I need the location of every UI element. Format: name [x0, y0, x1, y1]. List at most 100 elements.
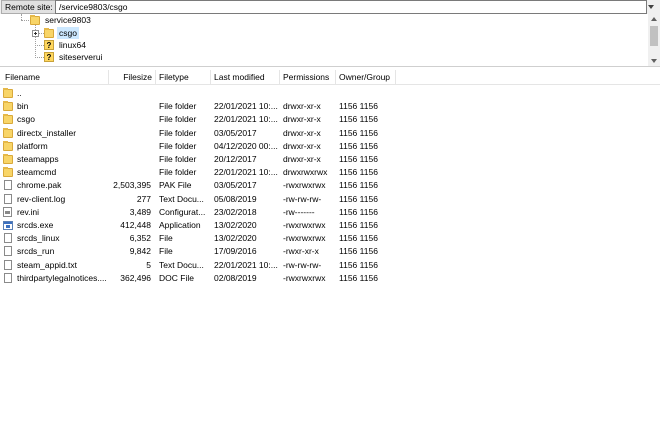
- file-icon: [4, 246, 12, 257]
- file-size: [108, 166, 151, 179]
- file-type: [159, 87, 209, 100]
- file-owner-group: 1156 1156: [339, 206, 378, 217]
- file-row[interactable]: thirdpartylegalnotices.... 362,496 DOC Fil…: [0, 272, 660, 285]
- file-size: 5: [146, 259, 151, 270]
- file-name: platform: [17, 140, 48, 151]
- remote-path-input[interactable]: /service9803/csgo: [55, 0, 647, 14]
- file-owner-group: 1156 1156: [339, 127, 378, 138]
- file-type: File folder: [159, 140, 197, 151]
- column-divider[interactable]: [395, 70, 396, 84]
- file-row[interactable]: steamcmd File folder 22/01/2021 10:... drwx…: [0, 166, 660, 179]
- file-last-modified: 22/01/2021 10:...: [214, 114, 278, 125]
- file-last-modified: 13/02/2020: [214, 233, 257, 244]
- file-type: File: [159, 246, 173, 257]
- column-header-owner-group[interactable]: Owner/Group: [339, 70, 390, 84]
- file-permissions: -rwxrwxrwx: [283, 233, 326, 244]
- folder-icon: [3, 88, 13, 98]
- file-type: Text Docu...: [159, 259, 204, 270]
- file-row[interactable]: rev.ini 3,489 Configurat... 23/02/2018 -rw--…: [0, 206, 660, 219]
- file-last-modified: 02/08/2019: [214, 272, 257, 283]
- file-owner-group: 1156 1156: [339, 233, 378, 244]
- folder-icon: [3, 101, 13, 112]
- file-type: File folder: [159, 154, 197, 164]
- tree-scrollbar[interactable]: [648, 14, 660, 66]
- column-divider[interactable]: [335, 70, 336, 84]
- settings-file-icon: [3, 206, 12, 217]
- file-permissions: drwxr-xr-x: [283, 127, 321, 138]
- file-row[interactable]: srcds_run 9,842 File 17/09/2016 -rwxr-xr-x 11…: [0, 245, 660, 258]
- file-last-modified: 23/02/2018: [214, 206, 257, 217]
- file-row[interactable]: steam_appid.txt 5 Text Docu... 22/01/2021 1…: [0, 259, 660, 272]
- column-divider[interactable]: [279, 70, 280, 84]
- file-row[interactable]: chrome.pak 2,503,395 PAK File 03/05/2017 -rw…: [0, 179, 660, 192]
- file-name: steamcmd: [17, 167, 57, 178]
- file-row[interactable]: ..: [0, 87, 660, 100]
- file-permissions: -rw-------: [283, 206, 315, 217]
- column-header-last-modified[interactable]: Last modified: [214, 70, 265, 84]
- file-last-modified: 03/05/2017: [214, 127, 257, 138]
- file-permissions: drwxr-xr-x: [283, 154, 321, 164]
- column-header-filetype[interactable]: Filetype: [159, 70, 189, 84]
- remote-site-label: Remote site:: [1, 0, 57, 14]
- file-permissions: -rw-rw-rw-: [283, 193, 322, 204]
- file-permissions: drwxrwxrwx: [283, 167, 328, 178]
- file-last-modified: 04/12/2020 00:...: [214, 140, 278, 151]
- unknown-folder-icon: ?: [44, 52, 54, 62]
- file-name: steam_appid.txt: [17, 259, 78, 270]
- folder-icon: [3, 114, 13, 125]
- file-owner-group: 1156 1156: [339, 101, 378, 112]
- file-owner-group: [339, 87, 394, 100]
- tree-guide: [21, 20, 29, 21]
- file-size: [108, 87, 151, 100]
- file-name: ..: [17, 88, 22, 98]
- file-size: 6,352: [129, 233, 151, 244]
- file-row[interactable]: steamapps File folder 20/12/2017 drwxr-xr-x…: [0, 153, 660, 166]
- file-row[interactable]: srcds_linux 6,352 File 13/02/2020 -rwxrwxrwx…: [0, 232, 660, 245]
- file-size: 412,448: [120, 220, 151, 230]
- column-divider[interactable]: [210, 70, 211, 84]
- file-owner-group: 1156 1156: [339, 180, 378, 191]
- file-name: steamapps: [17, 154, 59, 164]
- file-owner-group: 1156 1156: [339, 167, 378, 178]
- file-permissions: -rw-rw-rw-: [283, 259, 322, 270]
- column-header-permissions[interactable]: Permissions: [283, 70, 329, 84]
- file-type: Application: [159, 220, 201, 230]
- scroll-up-icon[interactable]: [651, 17, 657, 21]
- folder-icon: [30, 15, 40, 25]
- file-name: chrome.pak: [17, 180, 62, 191]
- column-header-filesize[interactable]: Filesize: [110, 70, 152, 84]
- column-divider[interactable]: [155, 70, 156, 84]
- scrollbar-thumb[interactable]: [650, 26, 658, 46]
- file-row[interactable]: rev-client.log 277 Text Docu... 05/08/2019 -…: [0, 193, 660, 206]
- file-row[interactable]: bin File folder 22/01/2021 10:... drwxr-xr-…: [0, 100, 660, 113]
- file-last-modified: 17/09/2016: [214, 246, 257, 257]
- file-row[interactable]: csgo File folder 22/01/2021 10:... drwxr-xr…: [0, 113, 660, 126]
- file-type: Configurat...: [159, 206, 206, 217]
- expand-icon[interactable]: [32, 30, 39, 37]
- folder-icon: [3, 167, 13, 178]
- file-owner-group: 1156 1156: [339, 193, 378, 204]
- file-name: srcds_run: [17, 246, 55, 257]
- file-owner-group: 1156 1156: [339, 154, 378, 164]
- file-row[interactable]: directx_installer File folder 03/05/2017 dr…: [0, 127, 660, 140]
- file-row[interactable]: platform File folder 04/12/2020 00:... drwx…: [0, 140, 660, 153]
- file-name: srcds_linux: [17, 233, 60, 244]
- column-divider[interactable]: [108, 70, 109, 84]
- file-owner-group: 1156 1156: [339, 114, 378, 125]
- tree-guide: [35, 45, 44, 46]
- file-icon: [4, 193, 12, 204]
- file-type: File folder: [159, 167, 197, 178]
- file-last-modified: 22/01/2021 10:...: [214, 101, 278, 112]
- file-owner-group: 1156 1156: [339, 246, 378, 257]
- folder-icon: [3, 140, 13, 151]
- scroll-down-icon[interactable]: [651, 59, 657, 63]
- file-size: 2,503,395: [113, 180, 151, 191]
- column-header-filename[interactable]: Filename: [5, 70, 40, 84]
- file-name: rev.ini: [17, 206, 40, 217]
- file-row[interactable]: srcds.exe 412,448 Application 13/02/2020 -rw…: [0, 219, 660, 232]
- file-size: 362,496: [120, 272, 151, 283]
- chevron-down-icon[interactable]: [644, 0, 658, 14]
- file-last-modified: 03/05/2017: [214, 180, 257, 191]
- file-name: bin: [17, 101, 29, 112]
- file-icon: [4, 272, 12, 283]
